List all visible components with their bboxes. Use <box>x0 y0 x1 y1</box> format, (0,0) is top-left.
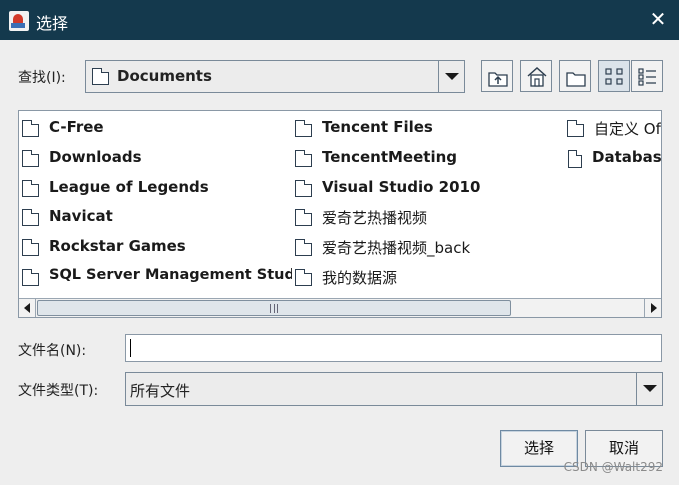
list-view-icon <box>605 68 623 85</box>
file-name: League of Legends <box>49 178 209 196</box>
details-view-button[interactable] <box>631 60 663 92</box>
folder-icon <box>294 209 312 226</box>
folder-icon <box>566 120 584 137</box>
list-item[interactable]: Visual Studio 2010 <box>293 177 563 199</box>
list-item[interactable]: C-Free <box>20 117 290 139</box>
file-name: Navicat <box>49 207 113 225</box>
chevron-down-icon[interactable] <box>636 373 662 405</box>
file-name: Rockstar Games <box>49 237 186 255</box>
folder-icon <box>21 209 39 226</box>
close-icon[interactable]: ✕ <box>647 8 669 30</box>
file-chooser-dialog: 查找(I): Documents C-Free Downloads League… <box>0 40 679 485</box>
folder-icon <box>294 269 312 286</box>
file-name: Visual Studio 2010 <box>322 178 481 196</box>
list-item[interactable]: League of Legends <box>20 177 290 199</box>
file-name: 我的数据源 <box>322 269 398 287</box>
file-name: 自定义 Of <box>594 120 661 138</box>
folder-icon <box>21 150 39 167</box>
up-folder-icon <box>488 72 508 87</box>
list-item[interactable]: TencentMeeting <box>293 147 563 169</box>
chevron-down-icon[interactable] <box>438 61 464 92</box>
list-item[interactable]: Tencent Files <box>293 117 563 139</box>
folder-icon <box>21 239 39 256</box>
list-item[interactable]: SQL Server Management Studio <box>20 266 292 288</box>
title-bar: 选择 ✕ <box>0 0 679 40</box>
home-icon <box>527 66 547 87</box>
home-button[interactable] <box>520 60 552 92</box>
file-name-input[interactable] <box>125 334 662 362</box>
details-view-icon <box>638 68 656 86</box>
scroll-left-icon[interactable] <box>19 299 36 317</box>
file-name: 爱奇艺热播视频 <box>322 209 428 227</box>
file-name: Tencent Files <box>322 118 433 136</box>
list-item[interactable]: Database <box>565 147 662 169</box>
list-item[interactable]: 爱奇艺热播视频_back <box>293 236 563 258</box>
list-item[interactable]: Rockstar Games <box>20 236 290 258</box>
scroll-right-icon[interactable] <box>644 299 661 317</box>
new-folder-button[interactable] <box>559 60 591 92</box>
file-name: Database <box>592 148 662 166</box>
list-view-button[interactable] <box>598 60 630 92</box>
folder-icon <box>21 180 39 197</box>
text-caret <box>130 339 131 357</box>
file-name-label: 文件名(N): <box>18 343 87 359</box>
new-folder-icon <box>566 72 586 87</box>
folder-icon <box>21 120 39 137</box>
list-item[interactable]: 我的数据源 <box>293 266 563 288</box>
file-name: SQL Server Management Studio <box>49 267 292 283</box>
folder-icon <box>294 120 312 137</box>
file-name: TencentMeeting <box>322 148 458 166</box>
look-in-combobox[interactable]: Documents <box>85 60 465 93</box>
horizontal-scrollbar[interactable] <box>19 298 661 317</box>
file-type-label: 文件类型(T): <box>18 383 99 399</box>
file-type-value: 所有文件 <box>130 382 191 400</box>
list-item[interactable]: 自定义 Of <box>565 117 661 139</box>
folder-icon <box>294 180 312 197</box>
look-in-label: 查找(I): <box>18 70 66 86</box>
folder-icon <box>294 239 312 256</box>
list-item[interactable]: 爱奇艺热播视频 <box>293 206 563 228</box>
java-app-icon <box>9 11 29 31</box>
list-item[interactable]: Navicat <box>20 206 290 228</box>
folder-icon <box>21 269 39 286</box>
look-in-value: Documents <box>117 67 212 85</box>
file-name: Downloads <box>49 148 142 166</box>
file-name: C-Free <box>49 118 104 136</box>
list-item[interactable]: Downloads <box>20 147 290 169</box>
watermark: CSDN @Walt292 <box>563 460 663 474</box>
file-name: 爱奇艺热播视频_back <box>322 239 471 257</box>
file-icon <box>568 150 582 168</box>
file-list[interactable]: C-Free Downloads League of Legends Navic… <box>18 110 662 318</box>
folder-icon <box>294 150 312 167</box>
file-type-combobox[interactable]: 所有文件 <box>125 372 663 406</box>
grip-icon <box>270 304 278 313</box>
folder-icon <box>91 68 109 85</box>
window-title: 选择 <box>36 14 69 33</box>
up-one-level-button[interactable] <box>481 60 513 92</box>
scroll-thumb[interactable] <box>37 300 511 316</box>
